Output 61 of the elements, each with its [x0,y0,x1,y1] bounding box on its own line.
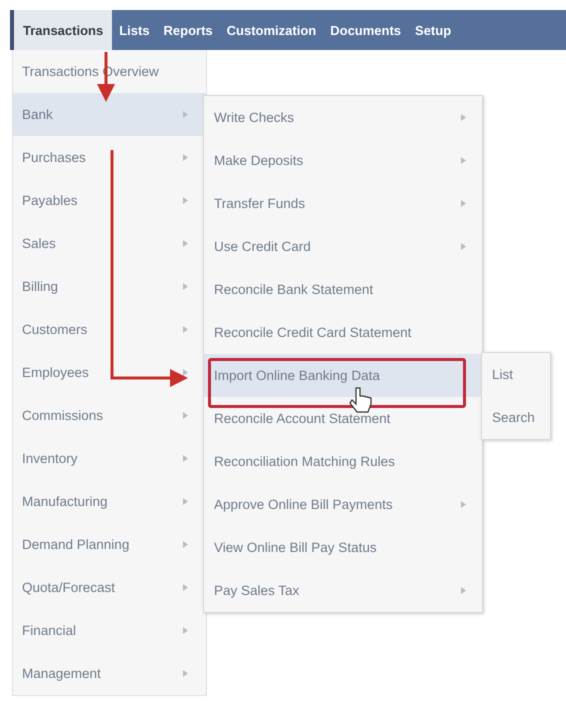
menu-item[interactable]: Billing [13,265,206,308]
menu-item-label: Financial [22,623,76,638]
menu-item[interactable]: Transfer Funds [204,182,482,225]
menu-item-label: Import Online Banking Data [214,368,380,383]
menu-item[interactable]: Quota/Forecast [13,566,206,609]
menu-item[interactable]: Make Deposits [204,139,482,182]
nav-tab[interactable]: Reports [156,10,220,50]
menu-item-label: Manufacturing [22,494,108,509]
menu-item[interactable]: View Online Bill Pay Status [204,526,482,569]
menu-item-label: Inventory [22,451,78,466]
menu-item[interactable]: Purchases [13,136,206,179]
menu-item-label: Pay Sales Tax [214,583,300,598]
menu-item[interactable]: Financial [13,609,206,652]
menu-item[interactable]: Use Credit Card [204,225,482,268]
menu-item-label: Bank [22,107,53,122]
menu-item-label: Approve Online Bill Payments [214,497,393,512]
menu-item-label: Reconciliation Matching Rules [214,454,395,469]
menu-item[interactable]: Inventory [13,437,206,480]
menu-item[interactable]: Sales [13,222,206,265]
menu-item-label: Commissions [22,408,104,423]
menu-item[interactable]: Reconcile Account Statement [204,397,482,440]
nav-tab[interactable]: Transactions [14,10,112,50]
menu-item-label: View Online Bill Pay Status [214,540,377,555]
menu-item[interactable]: Manufacturing [13,480,206,523]
menu-item[interactable]: Write Checks [204,96,482,139]
menu-item[interactable]: Reconcile Bank Statement [204,268,482,311]
menu-item[interactable]: Management [13,652,206,695]
menu-item-label: Customers [22,322,88,337]
menu-item-label: Reconcile Credit Card Statement [214,325,412,340]
menu-item-label: Quota/Forecast [22,580,116,595]
menu-item[interactable]: Payables [13,179,206,222]
menu-item-label: Make Deposits [214,153,304,168]
menu-item[interactable]: Bank [13,93,206,136]
menu-item-label: Use Credit Card [214,239,311,254]
menu-item[interactable]: Demand Planning [13,523,206,566]
nav-tab[interactable]: Customization [220,10,324,50]
menu-item[interactable]: Reconciliation Matching Rules [204,440,482,483]
menu-item-label: Employees [22,365,89,380]
menu-item-label: Transfer Funds [214,196,306,211]
menu-item[interactable]: Commissions [13,394,206,437]
menu-item[interactable]: Employees [13,351,206,394]
menu-item[interactable]: Reconcile Credit Card Statement [204,311,482,354]
menu-item-label: Billing [22,279,58,294]
menu-item-label: Demand Planning [22,537,130,552]
nav-tab[interactable]: Documents [323,10,408,50]
menu-item-label: Payables [22,193,78,208]
menu-item-label: Management [22,666,101,681]
menu-item-label: Write Checks [214,110,294,125]
menu-item[interactable]: Pay Sales Tax [204,569,482,612]
menu-item[interactable]: Approve Online Bill Payments [204,483,482,526]
hand-cursor-icon [349,387,372,413]
menu-item[interactable]: List [482,353,550,396]
menu-item[interactable]: Search [482,396,550,439]
menu-item[interactable]: Customers [13,308,206,351]
menu-item-label: Purchases [22,150,86,165]
menu-item-label: Reconcile Bank Statement [214,282,374,297]
nav-tab[interactable]: Lists [112,10,157,50]
menu-item-label: Reconcile Account Statement [214,411,390,426]
nav-tab[interactable]: Setup [408,10,458,50]
menu-item[interactable]: Import Online Banking Data [204,354,482,397]
menu-item-label: Sales [22,236,56,251]
